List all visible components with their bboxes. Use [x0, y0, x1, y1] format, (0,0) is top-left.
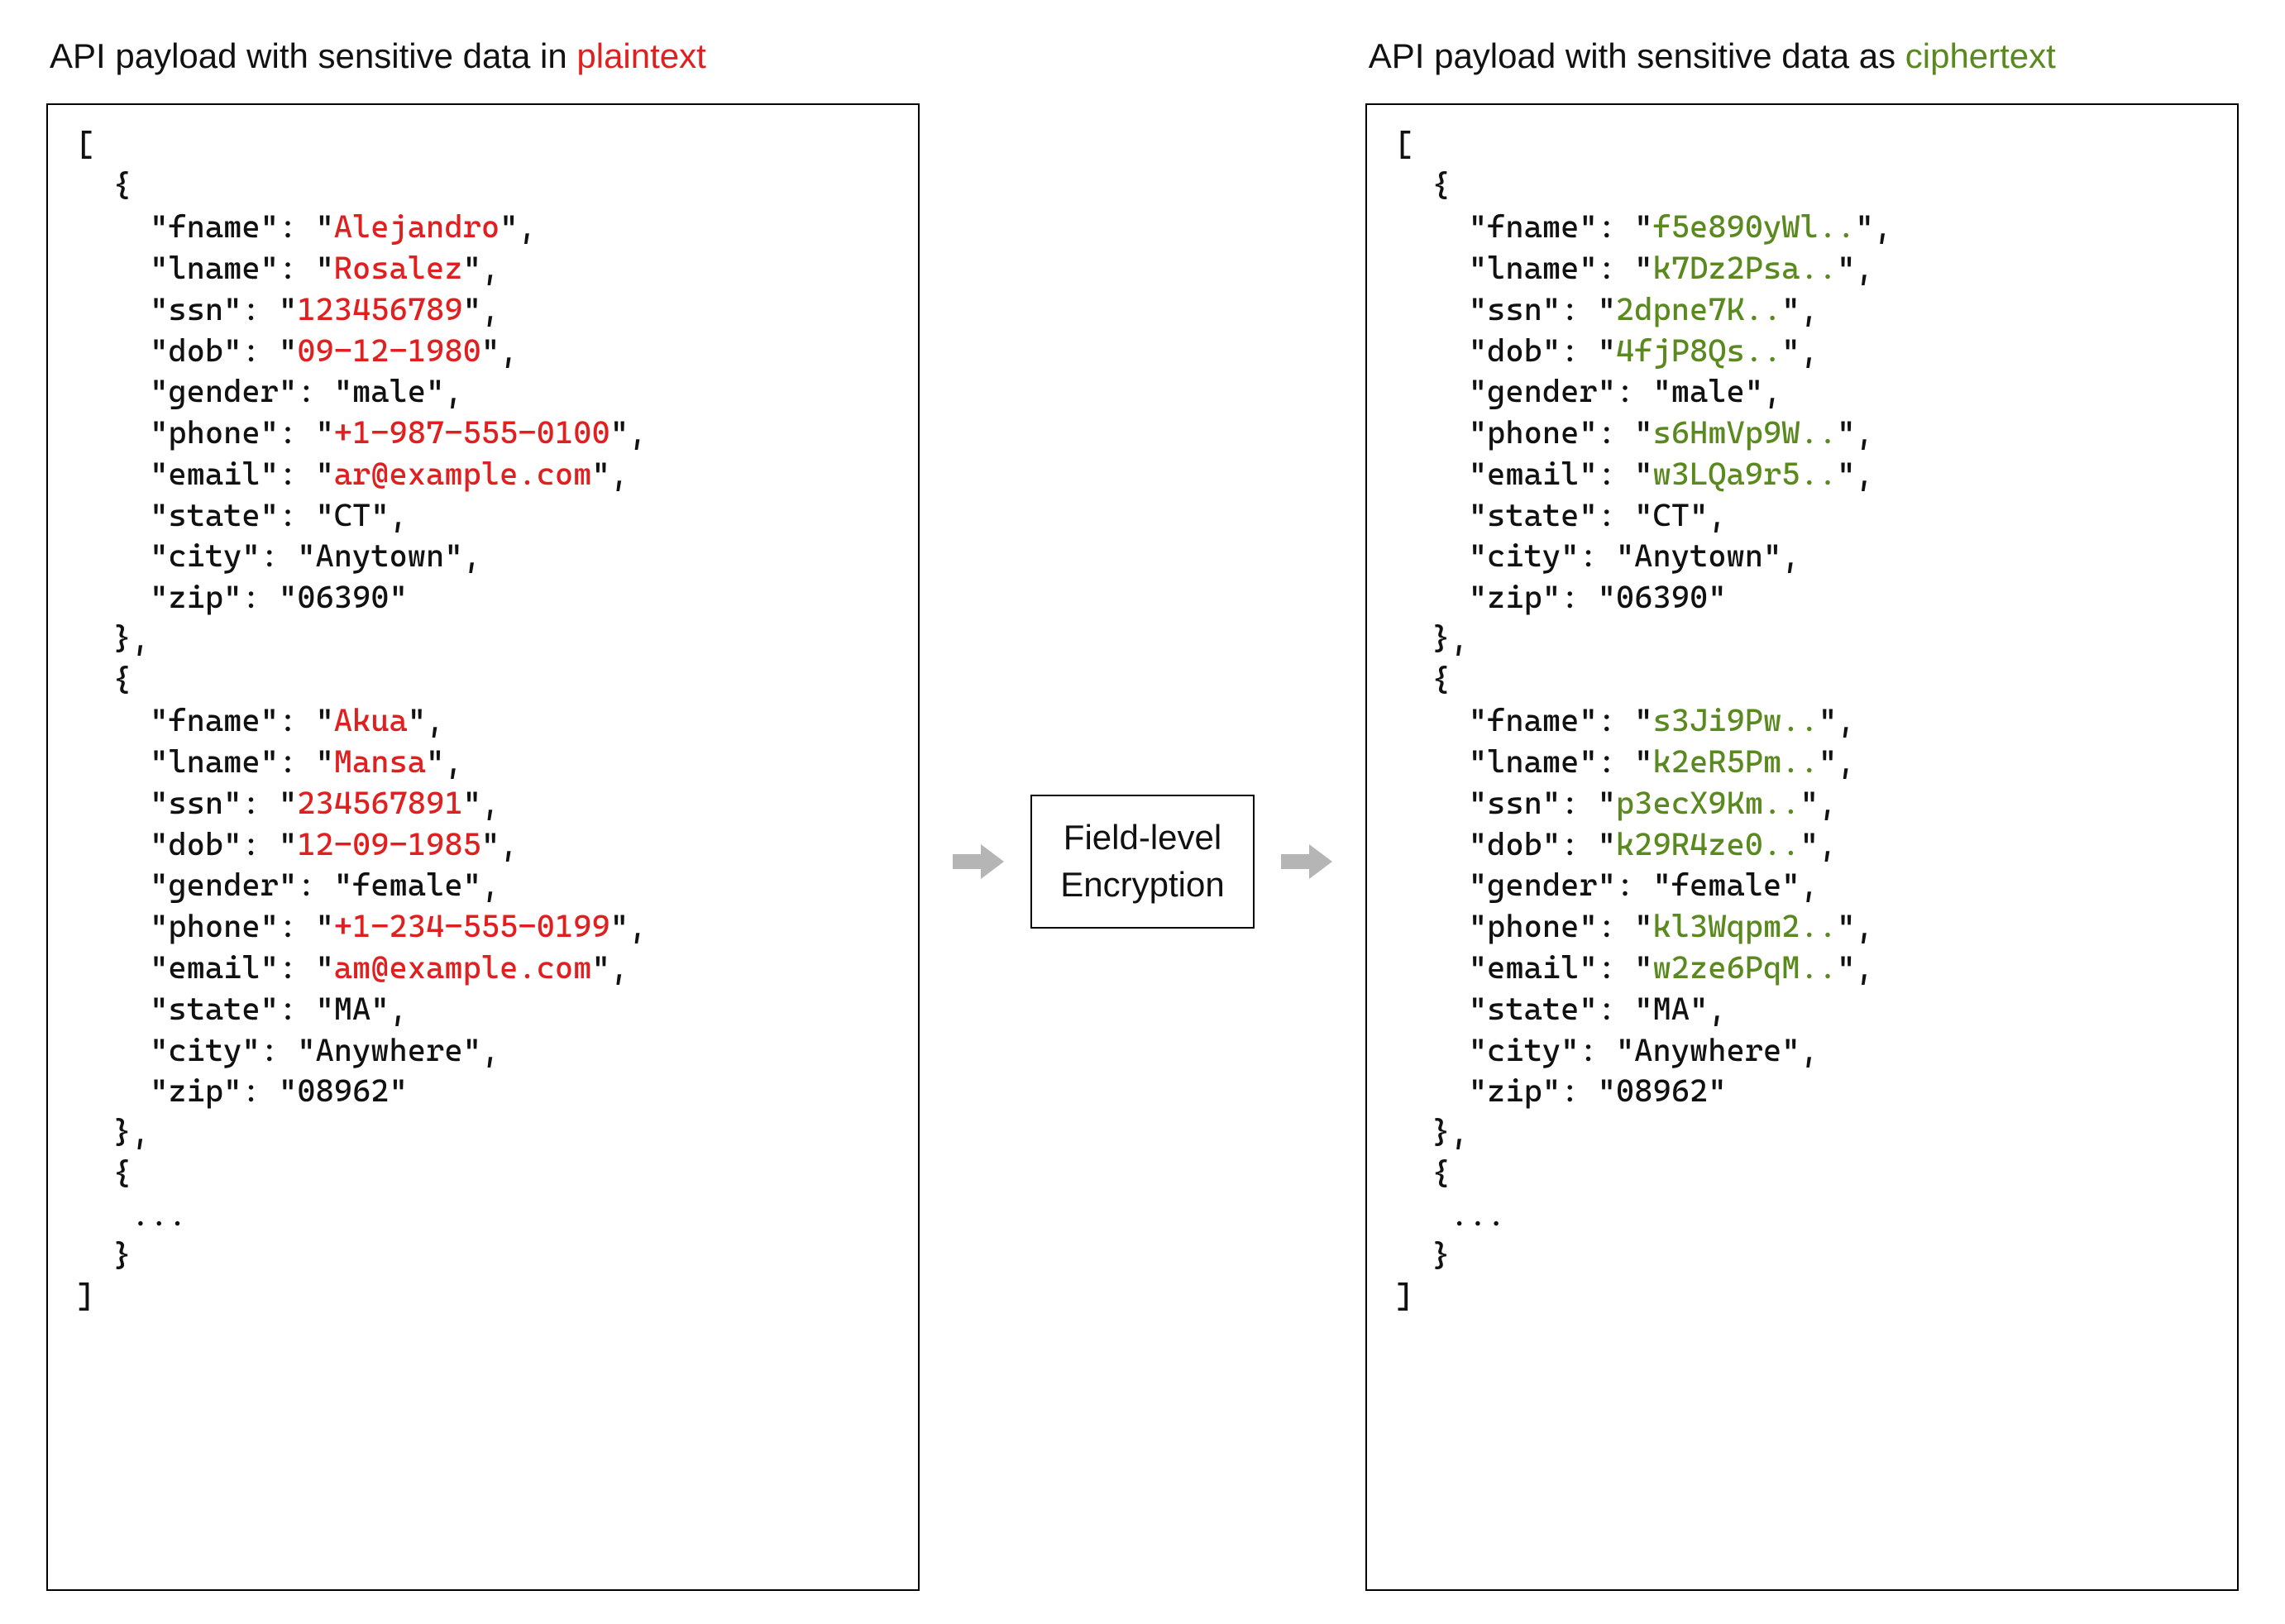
middle-column: Field-level Encryption — [949, 33, 1335, 1591]
left-column: API payload with sensitive data in plain… — [46, 33, 920, 1591]
ciphertext-payload-box: [ { "fname": "f5e890yWl..", "lname": "k7… — [1365, 103, 2239, 1591]
encryption-box: Field-level Encryption — [1030, 795, 1254, 928]
left-heading: API payload with sensitive data in plain… — [50, 33, 920, 80]
right-heading: API payload with sensitive data as ciphe… — [1369, 33, 2239, 80]
diagram-root: API payload with sensitive data in plain… — [0, 0, 2285, 1624]
arrow-right-icon — [1278, 833, 1336, 891]
arrow-right-icon — [949, 833, 1007, 891]
left-heading-highlight: plaintext — [576, 36, 705, 75]
right-heading-prefix: API payload with sensitive data as — [1369, 36, 1905, 75]
encryption-box-line1: Field-level — [1060, 814, 1224, 862]
left-heading-prefix: API payload with sensitive data in — [50, 36, 576, 75]
right-column: API payload with sensitive data as ciphe… — [1365, 33, 2239, 1591]
columns: API payload with sensitive data in plain… — [46, 33, 2239, 1591]
right-heading-highlight: ciphertext — [1905, 36, 2056, 75]
plaintext-payload-box: [ { "fname": "Alejandro", "lname": "Rosa… — [46, 103, 920, 1591]
encryption-box-line2: Encryption — [1060, 862, 1224, 909]
